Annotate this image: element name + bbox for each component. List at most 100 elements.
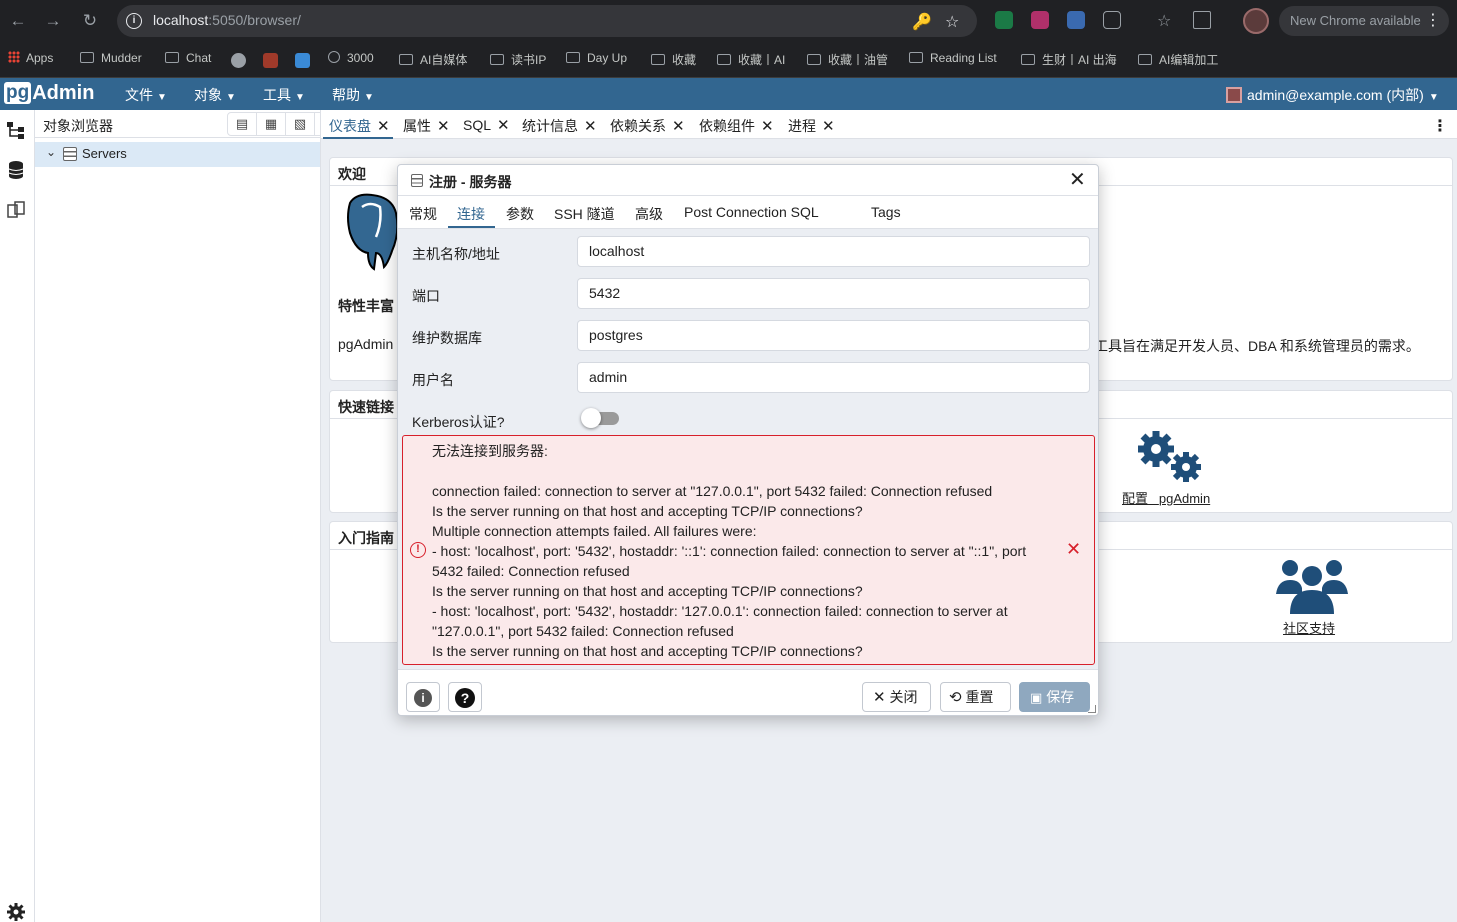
chevron-down-icon: ▼ <box>157 92 167 103</box>
dismiss-error-icon[interactable]: ✕ <box>1066 540 1081 558</box>
username-input[interactable]: admin <box>577 362 1090 393</box>
query-tool-icon[interactable]: ▤ <box>228 113 257 135</box>
users-icon[interactable] <box>1276 558 1348 616</box>
bookmark-favorites-ai[interactable]: 收藏丨AI <box>717 51 785 68</box>
extensions-icon[interactable] <box>1103 11 1121 29</box>
shield-bookmark-icon[interactable] <box>263 53 278 68</box>
host-input[interactable]: localhost <box>577 236 1090 267</box>
menu-help[interactable]: 帮助 ▼ <box>332 85 374 105</box>
telegram-icon[interactable] <box>231 53 246 68</box>
bookmark-apps[interactable]: Apps <box>8 51 53 65</box>
maintenance-db-input[interactable]: postgres <box>577 320 1090 351</box>
star-icon[interactable]: ☆ <box>945 12 959 32</box>
tab-ssh-tunnel[interactable]: SSH 隧道 <box>554 204 615 224</box>
bookmark-ai-overseas[interactable]: 生财丨AI 出海 <box>1021 51 1117 68</box>
app-menubar: pg Admin 文件 ▼ 对象 ▼ 工具 ▼ 帮助 ▼ admin@example.co… <box>0 78 1457 110</box>
tab-statistics[interactable]: 统计信息 ✕ <box>522 116 597 136</box>
error-line: 无法连接到服务器: <box>432 443 548 459</box>
kerberos-toggle[interactable] <box>581 408 619 428</box>
port-input[interactable]: 5432 <box>577 278 1090 309</box>
close-button[interactable]: ✕ 关闭 <box>862 682 931 712</box>
reading-list-icon[interactable] <box>1193 11 1211 29</box>
close-icon[interactable]: ✕ <box>1069 170 1086 190</box>
tab-connection[interactable]: 连接 <box>457 204 485 224</box>
menu-tools[interactable]: 工具 ▼ <box>263 85 305 105</box>
address-bar[interactable]: i localhost:5050/browser/ 🔑 ☆ <box>117 5 977 37</box>
tab-tags[interactable]: Tags <box>871 204 901 220</box>
settings-gear-icon[interactable] <box>6 902 26 922</box>
filtered-rows-icon[interactable]: ▧ <box>286 113 315 135</box>
tree-item-servers[interactable]: ⌄ Servers <box>35 142 320 167</box>
menu-file[interactable]: 文件 ▼ <box>125 85 167 105</box>
chrome-menu-icon[interactable]: ⋮ <box>1425 6 1441 36</box>
schema-diff-icon[interactable] <box>6 200 26 220</box>
extension-hat-icon[interactable] <box>1067 11 1085 29</box>
chrome-update-button[interactable]: New Chrome available ⋮ <box>1279 6 1449 36</box>
bookmark-reading-ip[interactable]: 读书IP <box>490 51 546 68</box>
tab-dependents[interactable]: 依赖组件 ✕ <box>699 116 774 136</box>
close-icon[interactable]: ✕ <box>761 118 774 135</box>
bookmark-star-icon[interactable]: ☆ <box>1157 11 1171 31</box>
calendar-bookmark-icon[interactable] <box>295 53 310 68</box>
key-icon[interactable]: 🔑 <box>912 12 932 32</box>
error-line: - host: 'localhost', port: '5432', hosta… <box>432 603 1008 619</box>
info-icon: i <box>414 689 432 707</box>
tab-sql[interactable]: SQL ✕ <box>463 116 510 134</box>
save-button[interactable]: ▣ 保存 <box>1019 682 1090 712</box>
community-support-link[interactable]: 社区支持 <box>1283 618 1335 637</box>
reset-icon: ⟲ <box>949 689 962 706</box>
kerberos-label: Kerberos认证? <box>412 414 505 430</box>
tab-properties[interactable]: 属性 ✕ <box>403 116 450 136</box>
error-line: - host: 'localhost', port: '5432', hosta… <box>432 543 1027 559</box>
bookmark-mudder[interactable]: Mudder <box>80 51 142 65</box>
menu-object[interactable]: 对象 ▼ <box>194 85 236 105</box>
close-icon[interactable]: ✕ <box>497 117 510 134</box>
reset-button[interactable]: ⟲ 重置 <box>940 682 1011 712</box>
url-text[interactable]: localhost:5050/browser/ <box>153 12 301 28</box>
tab-advanced[interactable]: 高级 <box>635 204 663 224</box>
bookmark-3000[interactable]: 3000 <box>328 51 374 65</box>
dialog-footer: i ? ✕ 关闭 ⟲ 重置 ▣ 保存 <box>398 669 1098 715</box>
error-line: Is the server running on that host and a… <box>432 643 863 659</box>
info-button[interactable]: i <box>406 682 440 712</box>
tab-processes[interactable]: 进程 ✕ <box>788 116 835 136</box>
configure-pgadmin-link[interactable]: 配置 pgAdmin <box>1122 488 1210 507</box>
close-icon[interactable]: ✕ <box>437 118 450 135</box>
getting-started-title: 入门指南 <box>338 530 394 546</box>
reload-icon[interactable]: ↻ <box>79 10 101 32</box>
bookmark-day-up[interactable]: Day Up <box>566 51 627 65</box>
bookmark-ai-media[interactable]: AI自媒体 <box>399 51 467 68</box>
profile-avatar[interactable] <box>1243 8 1269 34</box>
forward-icon[interactable]: → <box>42 10 64 32</box>
close-icon[interactable]: ✕ <box>822 118 835 135</box>
tab-post-connection-sql[interactable]: Post Connection SQL <box>684 204 819 220</box>
close-icon[interactable]: ✕ <box>672 118 685 135</box>
tab-dependencies[interactable]: 依赖关系 ✕ <box>610 116 685 136</box>
resize-handle[interactable] <box>1088 705 1096 713</box>
tab-dashboard[interactable]: 仪表盘 ✕ <box>329 116 390 136</box>
bookmark-favorites-youtube[interactable]: 收藏丨油管 <box>807 51 888 68</box>
site-info-icon[interactable]: i <box>126 13 142 29</box>
more-options-icon[interactable]: ⋮ <box>1432 116 1448 136</box>
back-icon[interactable]: ← <box>7 10 29 32</box>
database-icon[interactable] <box>6 160 26 180</box>
user-menu[interactable]: admin@example.com (内部) ▼ <box>1226 85 1439 105</box>
bookmark-chat[interactable]: Chat <box>165 51 211 65</box>
gear-icon[interactable] <box>1134 429 1208 485</box>
view-data-icon[interactable]: ▦ <box>257 113 286 135</box>
help-button[interactable]: ? <box>448 682 482 712</box>
servers-icon <box>411 174 423 187</box>
bookmark-ai-editing[interactable]: AI编辑加工 <box>1138 51 1218 68</box>
bookmark-reading-list[interactable]: Reading List <box>909 51 997 65</box>
extension-shield-icon[interactable] <box>995 11 1013 29</box>
tab-parameters[interactable]: 参数 <box>506 204 534 224</box>
extension-translate-icon[interactable] <box>1031 11 1049 29</box>
object-explorer-icon[interactable] <box>6 120 26 140</box>
close-icon[interactable]: ✕ <box>377 118 390 135</box>
tab-general[interactable]: 常规 <box>409 204 437 224</box>
feature-title: 特性丰富 <box>338 298 394 314</box>
chevron-down-icon[interactable]: ⌄ <box>46 145 56 159</box>
bookmark-favorites[interactable]: 收藏 <box>651 51 696 68</box>
close-icon[interactable]: ✕ <box>584 118 597 135</box>
folder-icon <box>807 54 821 65</box>
